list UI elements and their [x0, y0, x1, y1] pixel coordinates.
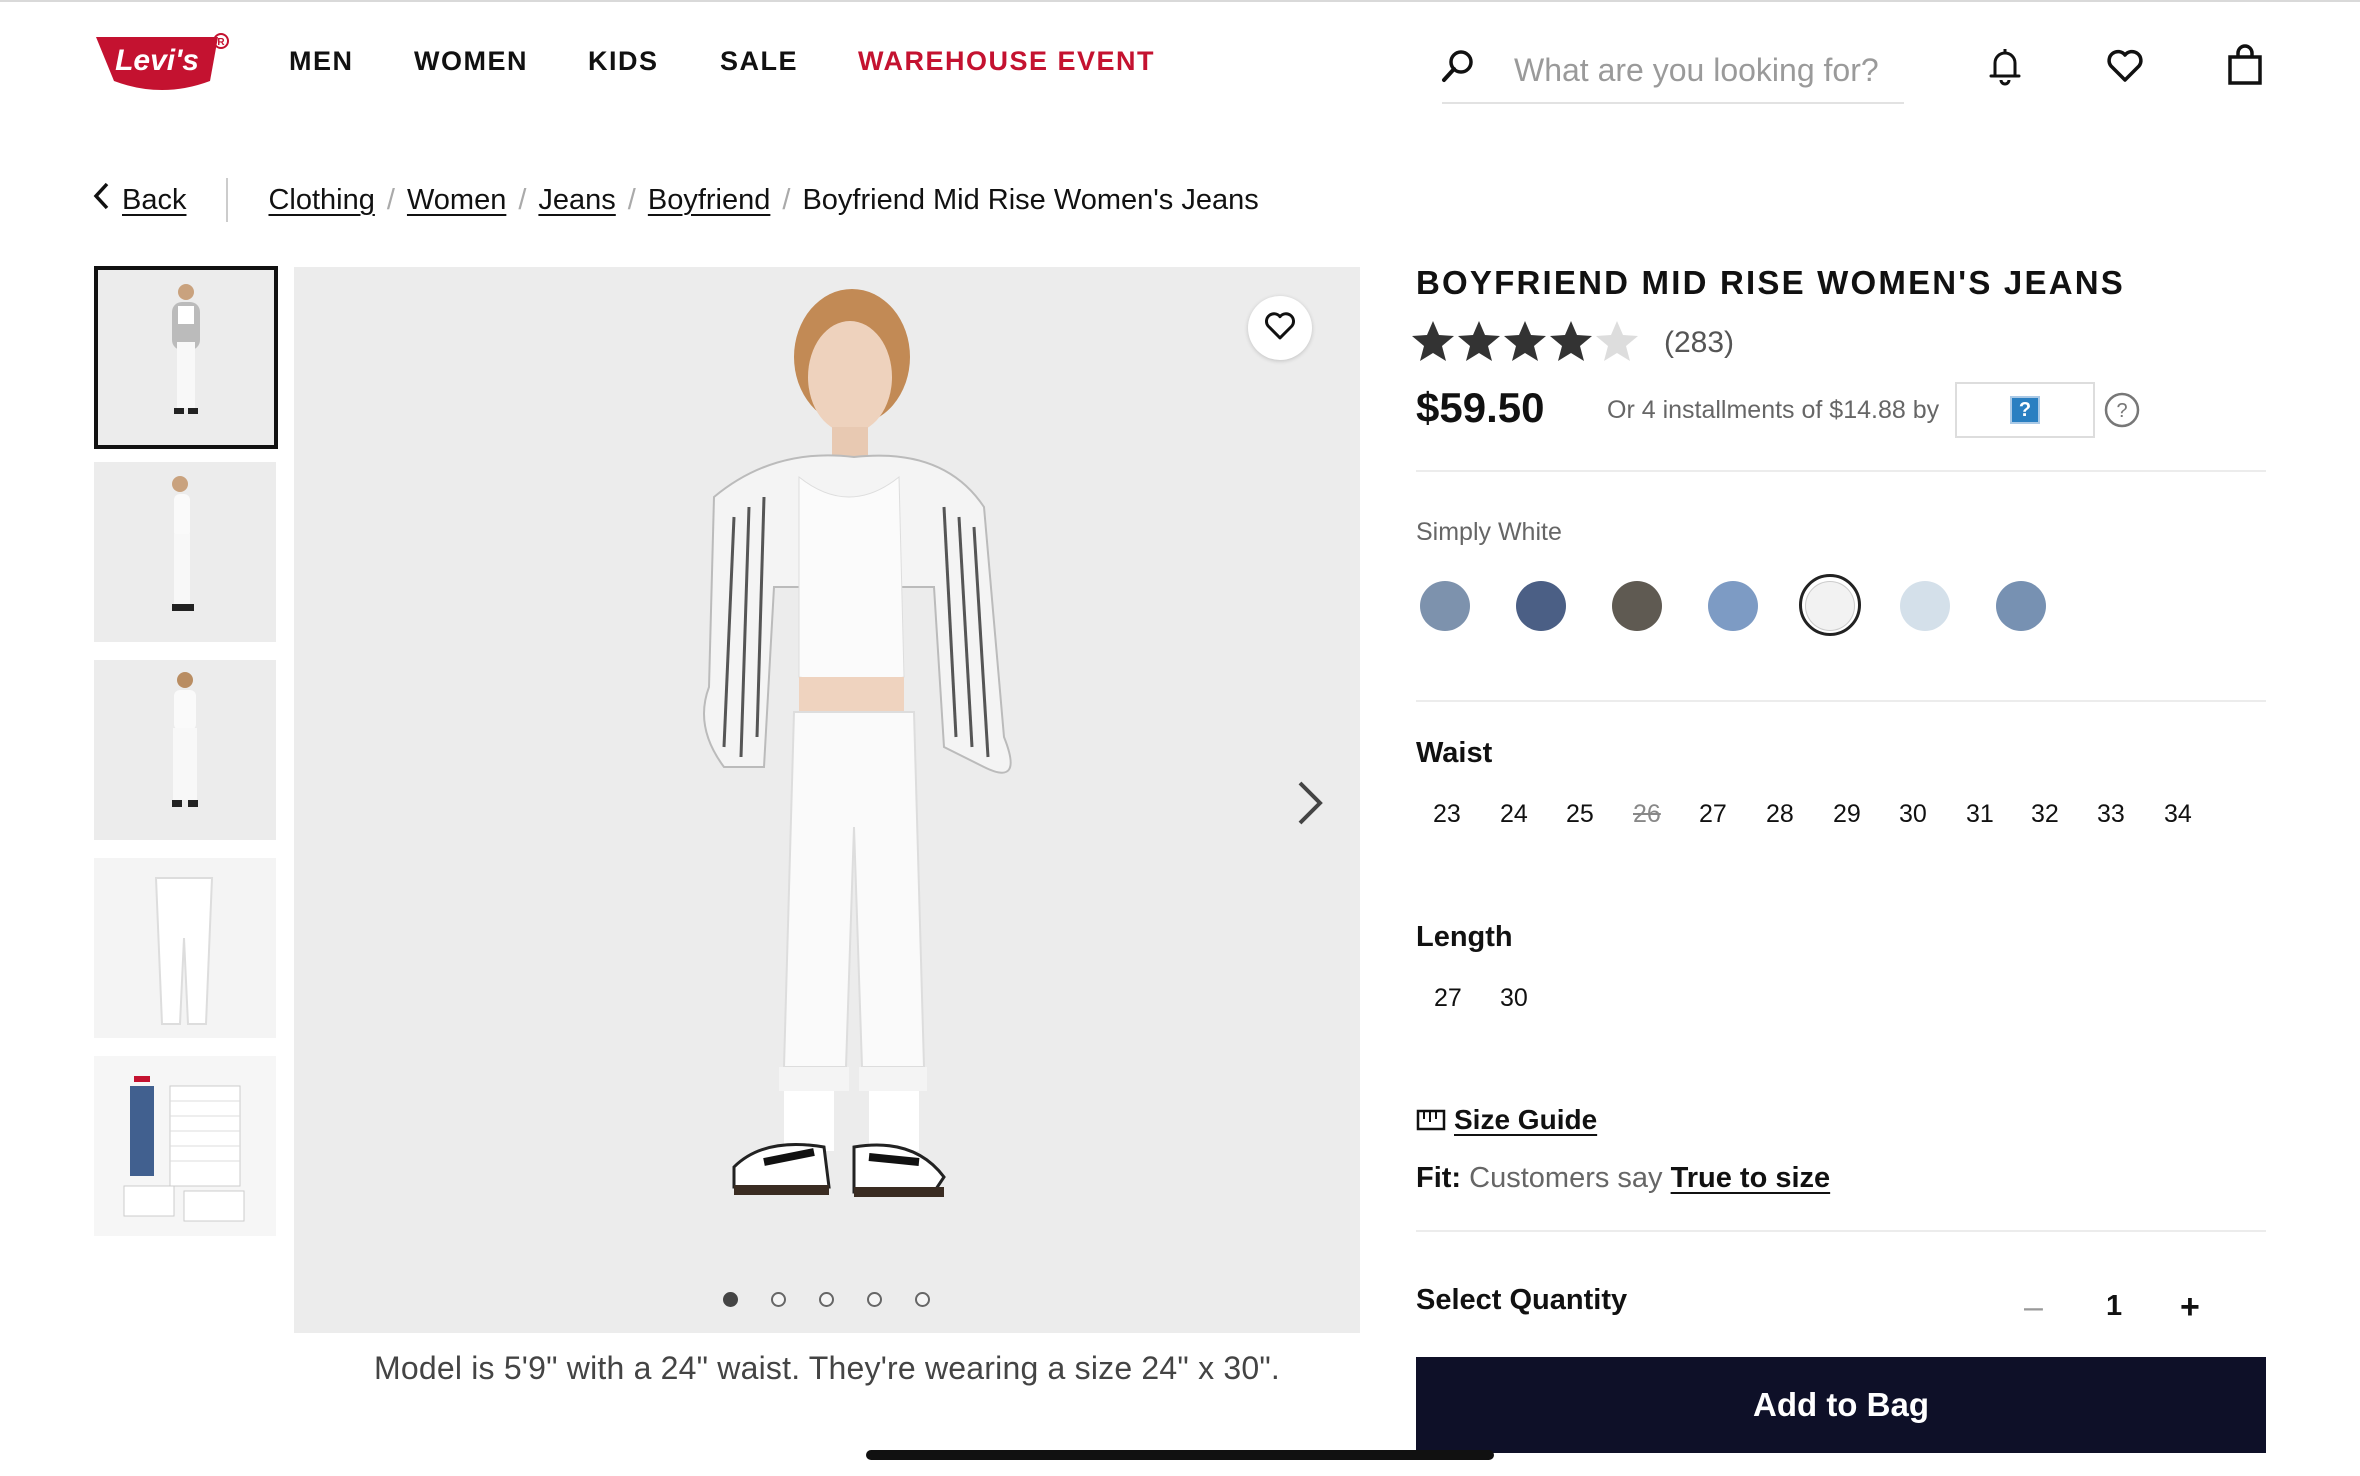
waist-size-34[interactable]: 34	[2164, 800, 2192, 829]
thumbnail-side[interactable]	[94, 462, 276, 642]
add-to-bag-button[interactable]: Add to Bag	[1416, 1357, 2266, 1453]
heart-icon	[1263, 309, 1297, 348]
color-swatch-selected[interactable]	[1805, 581, 1855, 631]
breadcrumb-clothing[interactable]: Clothing	[268, 184, 374, 217]
color-swatch[interactable]	[1900, 581, 1950, 631]
waist-size-29[interactable]: 29	[1833, 800, 1861, 829]
thumbnail-back[interactable]	[94, 660, 276, 840]
product-title: BOYFRIEND MID RISE WOMEN'S JEANS	[1416, 264, 2125, 301]
waist-size-26-unavailable[interactable]: 26	[1633, 800, 1661, 829]
length-label: Length	[1416, 921, 1513, 953]
waist-size-31[interactable]: 31	[1966, 800, 1994, 829]
divider	[1416, 470, 2266, 472]
waist-size-30[interactable]: 30	[1899, 800, 1927, 829]
breadcrumb-separator: /	[386, 183, 395, 216]
star-full-icon	[1550, 321, 1592, 361]
rating-stars[interactable]	[1410, 318, 1640, 364]
length-size-30[interactable]: 30	[1500, 984, 1528, 1013]
waist-size-33[interactable]: 33	[2097, 800, 2125, 829]
nav-sale[interactable]: SALE	[720, 46, 798, 77]
color-swatch[interactable]	[1612, 581, 1662, 631]
color-swatch[interactable]	[1996, 581, 2046, 631]
heart-icon[interactable]	[2105, 46, 2145, 86]
next-image-chevron-icon[interactable]	[1295, 780, 1325, 831]
search-icon[interactable]	[1440, 48, 1476, 84]
carousel-dot[interactable]	[915, 1292, 930, 1307]
levis-logo[interactable]: R Levi's	[94, 33, 230, 95]
svg-text:Levi's: Levi's	[115, 44, 199, 77]
size-guide-label: Size Guide	[1454, 1104, 1598, 1135]
back-link[interactable]: Back	[122, 184, 186, 217]
shopping-bag-icon[interactable]	[2225, 44, 2265, 85]
star-full-icon	[1458, 321, 1500, 361]
svg-text:R: R	[217, 37, 225, 48]
divider	[1416, 1230, 2266, 1232]
carousel-dot[interactable]	[771, 1292, 786, 1307]
waist-size-28[interactable]: 28	[1766, 800, 1794, 829]
chevron-left-icon[interactable]	[92, 181, 110, 219]
broken-image-icon: ?	[2010, 396, 2040, 424]
breadcrumb-separator: /	[518, 183, 527, 216]
breadcrumb-current: Boyfriend Mid Rise Women's Jeans	[802, 183, 1259, 216]
color-swatch[interactable]	[1708, 581, 1758, 631]
help-icon[interactable]: ?	[2104, 392, 2140, 428]
quantity-label: Select Quantity	[1416, 1284, 1628, 1316]
breadcrumb: Back Clothing / Women / Jeans / Boyfrien…	[92, 178, 1259, 222]
fit-text: Customers say	[1469, 1162, 1663, 1194]
breadcrumb-boyfriend[interactable]: Boyfriend	[648, 184, 771, 217]
thumbnail-size-chart[interactable]	[94, 1056, 276, 1236]
nav-kids[interactable]: KIDS	[588, 46, 659, 77]
installments-text: Or 4 installments of $14.88 by	[1607, 396, 1940, 424]
breadcrumb-jeans[interactable]: Jeans	[538, 184, 615, 217]
nav-warehouse-event[interactable]: WAREHOUSE EVENT	[858, 46, 1155, 77]
breadcrumb-women[interactable]: Women	[407, 184, 506, 217]
quantity-increase-button[interactable]: +	[2180, 1288, 2200, 1327]
breadcrumb-separator: /	[782, 183, 791, 216]
carousel-dot[interactable]	[819, 1292, 834, 1307]
color-swatch[interactable]	[1516, 581, 1566, 631]
quantity-decrease-button[interactable]: –	[2024, 1288, 2043, 1327]
model-caption: Model is 5'9" with a 24" waist. They're …	[373, 1350, 1281, 1386]
svg-text:?: ?	[2116, 400, 2127, 422]
star-full-icon	[1412, 321, 1454, 361]
fit-info: Fit: Customers say True to size	[1416, 1162, 1830, 1195]
price: $59.50	[1416, 384, 1545, 431]
nav-men[interactable]: MEN	[289, 46, 354, 77]
waist-size-23[interactable]: 23	[1433, 800, 1461, 829]
waist-size-25[interactable]: 25	[1566, 800, 1594, 829]
true-to-size-link[interactable]: True to size	[1671, 1162, 1831, 1194]
waist-label: Waist	[1416, 737, 1493, 769]
afterpay-logo-placeholder[interactable]: ?	[1955, 382, 2095, 438]
waist-size-24[interactable]: 24	[1500, 800, 1528, 829]
quantity-value: 1	[2106, 1290, 2123, 1322]
review-count[interactable]: (283)	[1664, 326, 1734, 360]
size-guide-link[interactable]: Size Guide	[1416, 1104, 1597, 1136]
carousel-dots	[723, 1292, 930, 1307]
waist-size-27[interactable]: 27	[1699, 800, 1727, 829]
top-border	[0, 0, 2360, 2]
search-input[interactable]	[1442, 38, 1904, 104]
ruler-icon	[1416, 1109, 1446, 1131]
selected-color-name: Simply White	[1416, 518, 1562, 546]
nav-women[interactable]: WOMEN	[414, 46, 528, 77]
bell-icon[interactable]	[1985, 46, 2025, 86]
carousel-dot[interactable]	[723, 1292, 738, 1307]
thumbnail-front[interactable]	[94, 266, 278, 449]
home-indicator	[866, 1450, 1494, 1460]
waist-size-32[interactable]: 32	[2031, 800, 2059, 829]
star-empty-icon	[1596, 321, 1638, 361]
color-swatch[interactable]	[1420, 581, 1470, 631]
star-full-icon	[1504, 321, 1546, 361]
carousel-dot[interactable]	[867, 1292, 882, 1307]
fit-label: Fit:	[1416, 1162, 1462, 1194]
breadcrumb-separator: /	[627, 183, 636, 216]
divider	[1416, 700, 2266, 702]
length-size-27[interactable]: 27	[1434, 984, 1462, 1013]
breadcrumb-divider	[226, 178, 229, 222]
add-to-wishlist-button[interactable]	[1248, 296, 1312, 360]
thumbnail-product-flat[interactable]	[94, 858, 276, 1038]
main-product-image[interactable]	[294, 267, 1360, 1333]
